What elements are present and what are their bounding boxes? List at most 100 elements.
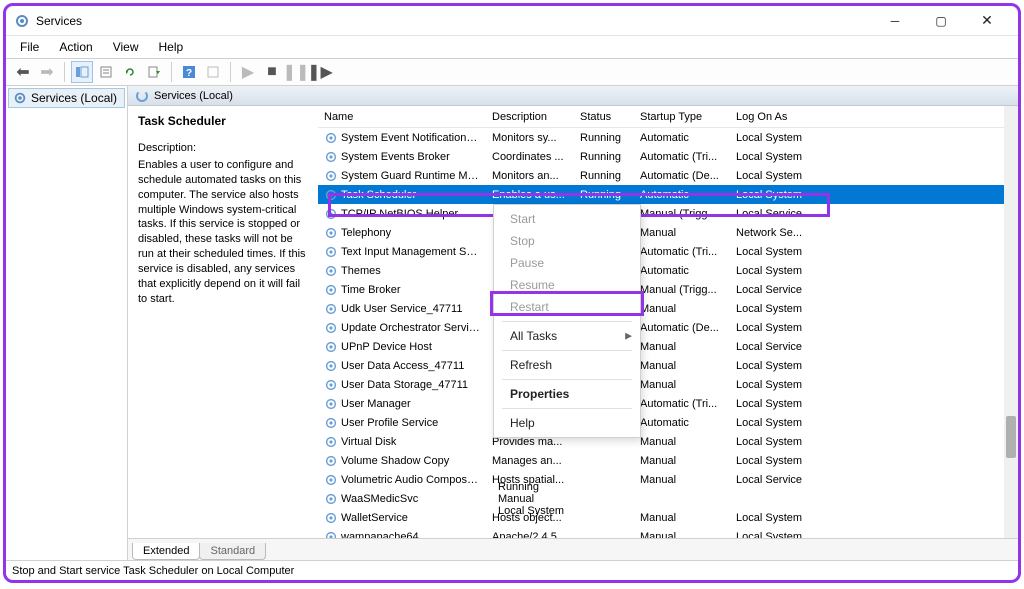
- service-startup: Automatic: [634, 265, 730, 277]
- service-desc: Apache/2.4.5...: [486, 531, 574, 539]
- restart-toolbar-button[interactable]: ❚▶: [309, 61, 331, 83]
- export-button[interactable]: [143, 61, 165, 83]
- detail-title: Task Scheduler: [138, 114, 308, 128]
- table-row[interactable]: System Event Notification S...Monitors s…: [318, 128, 1018, 147]
- pause-button[interactable]: ❚❚: [285, 61, 307, 83]
- table-row[interactable]: ThemesAutomaticLocal System: [318, 261, 1018, 280]
- table-row[interactable]: User Data Access_47711ManualLocal System: [318, 356, 1018, 375]
- table-row[interactable]: WaaSMedicSvcRunningManualLocal System: [318, 489, 1018, 508]
- table-row[interactable]: TelephonyManualNetwork Se...: [318, 223, 1018, 242]
- gear-icon: [324, 492, 338, 506]
- service-logon: Local System: [730, 360, 818, 372]
- tree-item-services-local[interactable]: Services (Local): [8, 88, 125, 108]
- forward-button[interactable]: ➡: [36, 61, 58, 83]
- ctx-start: Start: [494, 208, 640, 230]
- service-startup: Automatic: [634, 417, 730, 429]
- gear-icon: [324, 416, 338, 430]
- service-name: System Events Broker: [341, 150, 450, 162]
- table-row[interactable]: wampapache64Apache/2.4.5...ManualLocal S…: [318, 527, 1018, 538]
- table-row[interactable]: Update Orchestrator ServiceAutomatic (De…: [318, 318, 1018, 337]
- help2-button[interactable]: [202, 61, 224, 83]
- service-name: Text Input Management Ser...: [341, 245, 485, 257]
- col-startup[interactable]: Startup Type: [634, 111, 730, 123]
- service-desc: Monitors sy...: [486, 132, 574, 144]
- gear-icon: [324, 169, 338, 183]
- table-row[interactable]: Task SchedulerEnables a us...RunningAuto…: [318, 185, 1018, 204]
- menu-help[interactable]: Help: [151, 38, 192, 56]
- service-status: Running: [574, 132, 634, 144]
- col-desc[interactable]: Description: [486, 111, 574, 123]
- show-hide-tree-button[interactable]: [71, 61, 93, 83]
- maximize-button[interactable]: ▢: [918, 6, 964, 36]
- col-logon[interactable]: Log On As: [730, 111, 818, 123]
- menu-view[interactable]: View: [105, 38, 147, 56]
- gear-icon: [324, 473, 338, 487]
- service-name: Virtual Disk: [341, 435, 396, 447]
- table-row[interactable]: Volumetric Audio Composit...Hosts spatia…: [318, 470, 1018, 489]
- context-menu: Start Stop Pause Resume Restart All Task…: [493, 204, 641, 438]
- service-logon: Local System: [730, 303, 818, 315]
- tree-pane: Services (Local): [6, 86, 128, 560]
- service-name: User Data Storage_47711: [341, 378, 468, 390]
- service-logon: Local Service: [730, 284, 818, 296]
- ctx-restart[interactable]: Restart: [494, 296, 640, 318]
- gear-icon: [324, 359, 338, 373]
- services-icon: [14, 13, 30, 29]
- col-status[interactable]: Status: [574, 111, 634, 123]
- table-row[interactable]: Volume Shadow CopyManages an...ManualLoc…: [318, 451, 1018, 470]
- table-row[interactable]: System Guard Runtime Mon...Monitors an..…: [318, 166, 1018, 185]
- spinner-icon: [136, 90, 148, 102]
- gear-icon: [324, 150, 338, 164]
- service-startup: Manual: [634, 303, 730, 315]
- tab-extended[interactable]: Extended: [132, 543, 200, 560]
- ctx-resume: Resume: [494, 274, 640, 296]
- table-row[interactable]: WalletServiceHosts object...ManualLocal …: [318, 508, 1018, 527]
- table-row[interactable]: User ManagerAutomatic (Tri...Local Syste…: [318, 394, 1018, 413]
- ctx-help[interactable]: Help: [494, 412, 640, 434]
- table-row[interactable]: User Data Storage_47711ManualLocal Syste…: [318, 375, 1018, 394]
- service-desc: Manages an...: [486, 455, 574, 467]
- table-row[interactable]: Text Input Management Ser... Automatic (T…: [318, 242, 1018, 261]
- titlebar: Services ─ ▢ ✕: [6, 6, 1018, 36]
- close-button[interactable]: ✕: [964, 6, 1010, 36]
- play-button[interactable]: ▶: [237, 61, 259, 83]
- table-row[interactable]: TCP/IP NetBIOS HelperManual (Trigg...Loc…: [318, 204, 1018, 223]
- service-desc: Coordinates ...: [486, 151, 574, 163]
- service-startup: Manual: [634, 531, 730, 539]
- table-row[interactable]: System Events BrokerCoordinates ...Runni…: [318, 147, 1018, 166]
- table-row[interactable]: UPnP Device HostManualLocal Service: [318, 337, 1018, 356]
- scroll-thumb[interactable]: [1006, 416, 1016, 458]
- stop-button[interactable]: ■: [261, 61, 283, 83]
- gear-icon: [324, 511, 338, 525]
- detail-desc-label: Description:: [138, 142, 308, 154]
- refresh-button[interactable]: [119, 61, 141, 83]
- service-name: TCP/IP NetBIOS Helper: [341, 207, 458, 219]
- help-button[interactable]: ?: [178, 61, 200, 83]
- back-button[interactable]: ⬅: [12, 61, 34, 83]
- table-row[interactable]: Udk User Service_47711ManualLocal System: [318, 299, 1018, 318]
- minimize-button[interactable]: ─: [872, 6, 918, 36]
- service-startup: Automatic (Tri...: [634, 246, 730, 258]
- tab-standard[interactable]: Standard: [199, 543, 266, 560]
- table-row[interactable]: User Profile ServiceAutomaticLocal Syste…: [318, 413, 1018, 432]
- gear-icon: [324, 397, 338, 411]
- service-logon: Local Service: [730, 208, 818, 220]
- ctx-all-tasks[interactable]: All Tasks▶: [494, 325, 640, 347]
- service-name: WalletService: [341, 511, 408, 523]
- service-logon: Local System: [730, 455, 818, 467]
- ctx-refresh[interactable]: Refresh: [494, 354, 640, 376]
- scrollbar[interactable]: [1004, 106, 1018, 538]
- service-startup: Automatic: [634, 189, 730, 201]
- menu-file[interactable]: File: [12, 38, 47, 56]
- ctx-properties[interactable]: Properties: [494, 383, 640, 405]
- table-row[interactable]: Time BrokerManual (Trigg...Local Service: [318, 280, 1018, 299]
- table-row[interactable]: Virtual DiskProvides ma...ManualLocal Sy…: [318, 432, 1018, 451]
- tree-item-label: Services (Local): [31, 91, 117, 105]
- service-name: wampapache64: [341, 530, 419, 538]
- service-startup: Automatic (Tri...: [634, 398, 730, 410]
- service-startup: Automatic (Tri...: [634, 151, 730, 163]
- menu-action[interactable]: Action: [51, 38, 100, 56]
- col-name[interactable]: Name: [318, 111, 486, 123]
- properties-button[interactable]: [95, 61, 117, 83]
- gear-icon: [324, 207, 338, 221]
